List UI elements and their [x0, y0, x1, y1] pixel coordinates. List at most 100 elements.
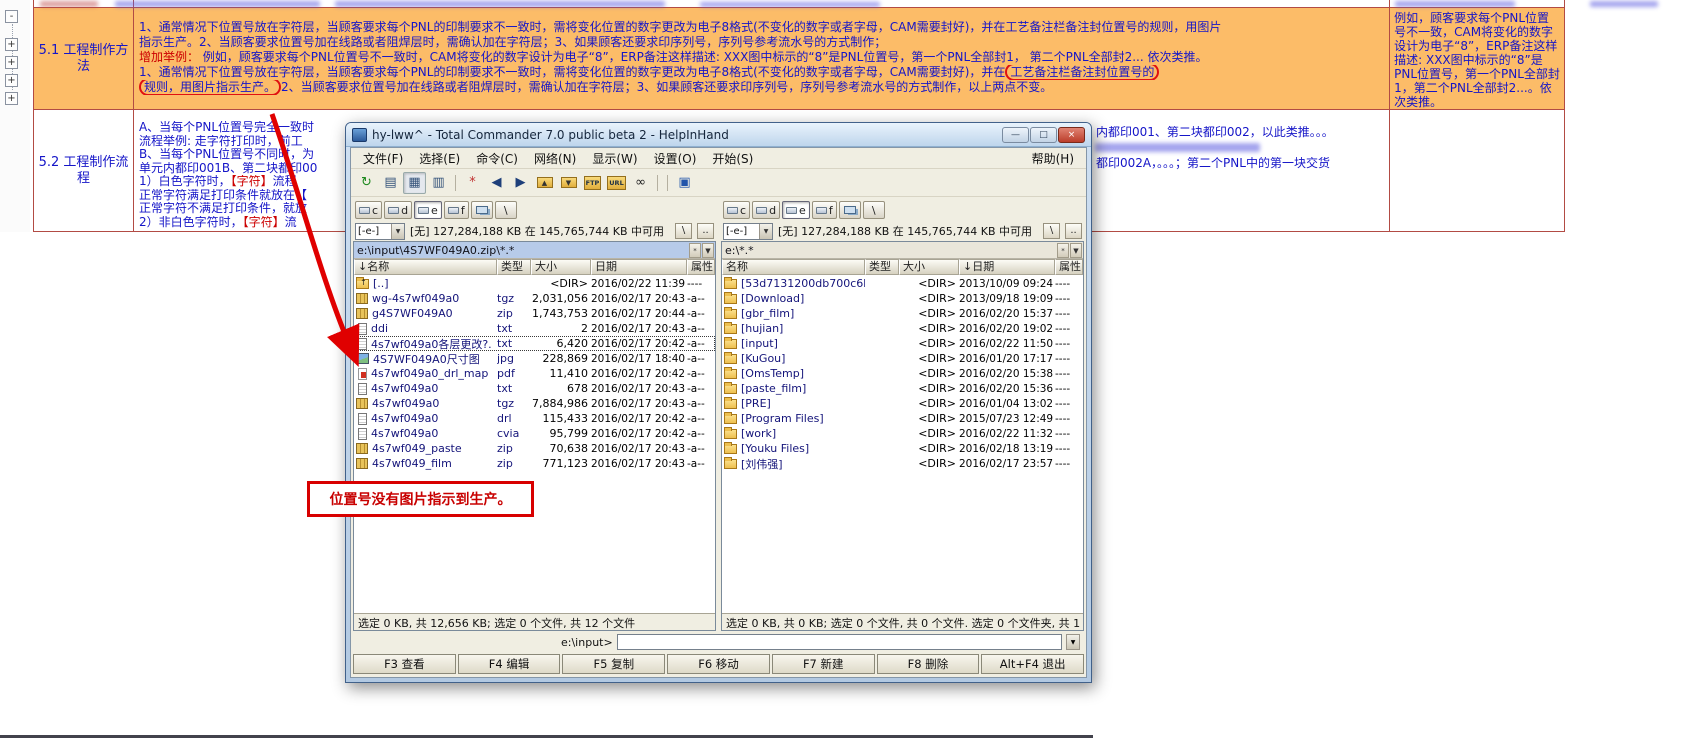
menu-item[interactable]: 显示(W) — [584, 148, 645, 169]
drive-button[interactable]: f — [443, 201, 469, 219]
column-header[interactable]: 类型 — [865, 259, 899, 275]
root-button[interactable]: \ — [1043, 223, 1060, 239]
separator[interactable] — [653, 172, 662, 194]
outline-collapse-button[interactable]: - — [5, 10, 18, 23]
up-button[interactable]: .. — [1065, 223, 1082, 239]
menu-help[interactable]: 帮助(H) — [1024, 148, 1082, 169]
drive-button[interactable]: d — [384, 201, 413, 219]
ftp-connect-icon[interactable]: FTP — [581, 172, 604, 194]
root-shortcut-button[interactable]: \ — [862, 201, 885, 219]
[KuGou][interactable]: [KuGou] <DIR> 2016/01/20 17:17 ---- — [722, 351, 1083, 366]
function-key-button[interactable]: F8 删除 — [876, 654, 980, 674]
menu-item[interactable]: 开始(S) — [704, 148, 761, 169]
[..][interactable]: [..] <DIR> 2016/02/22 11:39 ---- — [354, 276, 715, 291]
column-header[interactable]: 名称 — [722, 259, 865, 275]
[paste_film][interactable]: [paste_film] <DIR> 2016/02/20 15:36 ---- — [722, 381, 1083, 396]
menu-item[interactable]: 文件(F) — [355, 148, 411, 169]
outline-expand-button[interactable]: + — [5, 92, 18, 105]
outline-expand-button[interactable]: + — [5, 38, 18, 51]
menu-item[interactable]: 设置(O) — [646, 148, 705, 169]
[53d7131200db700c6ba5af...][interactable]: [53d7131200db700c6ba5af...] <DIR> 2013/1… — [722, 276, 1083, 291]
separator[interactable] — [451, 172, 460, 194]
drive-selector[interactable]: [-e-] ▼ — [723, 222, 773, 240]
ddi[interactable]: ddi txt 2 2016/02/17 20:43 -a-- — [354, 321, 715, 336]
search-icon[interactable]: ∞ — [629, 172, 652, 194]
menu-item[interactable]: 命令(C) — [468, 148, 526, 169]
drive-button[interactable]: e — [782, 201, 810, 219]
forward-icon[interactable]: ▶ — [509, 172, 532, 194]
4S7WF049A0尺寸图[interactable]: 4S7WF049A0尺寸图 jpg 228,869 2016/02/17 18:… — [354, 351, 715, 366]
[Download][interactable]: [Download] <DIR> 2013/09/18 19:09 ---- — [722, 291, 1083, 306]
4s7wf049a0各层更改?.[interactable]: 4s7wf049a0各层更改?. txt 6,420 2016/02/17 20… — [354, 336, 715, 351]
[PRE][interactable]: [PRE] <DIR> 2016/01/04 13:02 ---- — [722, 396, 1083, 411]
column-header[interactable]: 大小 — [531, 259, 591, 275]
path-bar[interactable]: e:\input\4S7WF049A0.zip\*.* * ▼ — [354, 242, 715, 259]
chevron-down-icon[interactable]: ▼ — [702, 242, 714, 258]
[gbr_film][interactable]: [gbr_film] <DIR> 2016/02/20 15:37 ---- — [722, 306, 1083, 321]
[hujian][interactable]: [hujian] <DIR> 2016/02/20 19:02 ---- — [722, 321, 1083, 336]
filter-icon[interactable]: * — [1057, 242, 1069, 258]
pack-icon[interactable]: ▲ — [533, 172, 556, 194]
column-header[interactable]: 属性 — [687, 259, 715, 275]
wg-4s7wf049a0[interactable]: wg-4s7wf049a0 tgz 2,031,056 2016/02/17 2… — [354, 291, 715, 306]
column-header[interactable]: ↓日期 — [959, 259, 1055, 275]
back-icon[interactable]: ◀ — [485, 172, 508, 194]
function-key-button[interactable]: F5 复制 — [562, 654, 666, 674]
[work][interactable]: [work] <DIR> 2016/02/22 11:32 ---- — [722, 426, 1083, 441]
4s7wf049a0[interactable]: 4s7wf049a0 drl 115,433 2016/02/17 20:42 … — [354, 411, 715, 426]
full-view-icon[interactable]: ▦ — [403, 171, 426, 194]
[Youku Files][interactable]: [Youku Files] <DIR> 2016/02/18 13:19 ---… — [722, 441, 1083, 456]
column-header[interactable]: 日期 — [591, 259, 687, 275]
sysinfo-icon[interactable]: ▣ — [673, 172, 696, 194]
brief-view-icon[interactable]: ▤ — [379, 172, 402, 194]
drive-button[interactable]: c — [355, 201, 383, 219]
function-key-button[interactable]: F6 移动 — [667, 654, 770, 674]
network-button[interactable] — [470, 201, 493, 219]
[刘伟强][interactable]: [刘伟强] <DIR> 2016/02/17 23:57 ---- — [722, 456, 1083, 471]
network-button[interactable] — [838, 201, 861, 219]
command-input[interactable] — [616, 634, 1062, 650]
ftp-url-icon[interactable]: URL — [605, 172, 628, 194]
g4S7WF049A0[interactable]: g4S7WF049A0 zip 1,743,753 2016/02/17 20:… — [354, 306, 715, 321]
function-key-button[interactable]: Alt+F4 退出 — [981, 654, 1085, 674]
path-bar[interactable]: e:\*.* * ▼ — [722, 242, 1083, 259]
column-header[interactable]: 类型 — [497, 259, 531, 275]
drive-button[interactable]: f — [811, 201, 837, 219]
drive-button[interactable]: d — [752, 201, 781, 219]
outline-expand-button[interactable]: + — [5, 74, 18, 87]
menu-item[interactable]: 网络(N) — [526, 148, 584, 169]
function-key-button[interactable]: F3 查看 — [353, 654, 456, 674]
4s7wf049_film[interactable]: 4s7wf049_film zip 771,123 2016/02/17 20:… — [354, 456, 715, 471]
drive-button[interactable]: c — [723, 201, 751, 219]
4s7wf049a0[interactable]: 4s7wf049a0 txt 678 2016/02/17 20:43 -a-- — [354, 381, 715, 396]
column-header[interactable]: 属性 — [1055, 259, 1083, 275]
chevron-down-icon[interactable]: ▼ — [1070, 242, 1082, 258]
4s7wf049a0[interactable]: 4s7wf049a0 cvia 95,799 2016/02/17 20:42 … — [354, 426, 715, 441]
minimize-button[interactable]: — — [1002, 126, 1029, 143]
4s7wf049_paste[interactable]: 4s7wf049_paste zip 70,638 2016/02/17 20:… — [354, 441, 715, 456]
chevron-down-icon[interactable]: ▼ — [1066, 634, 1080, 650]
4s7wf049a0_drl_map[interactable]: 4s7wf049a0_drl_map pdf 11,410 2016/02/17… — [354, 366, 715, 381]
4s7wf049a0[interactable]: 4s7wf049a0 tgz 7,884,986 2016/02/17 20:4… — [354, 396, 715, 411]
refresh-icon[interactable]: ↻ — [355, 172, 378, 194]
function-key-button[interactable]: F4 编辑 — [457, 654, 561, 674]
menu-item[interactable]: 选择(E) — [411, 148, 468, 169]
column-header[interactable]: ↓名称 — [354, 259, 497, 275]
function-key-button[interactable]: F7 新建 — [771, 654, 875, 674]
close-button[interactable]: × — [1058, 126, 1085, 143]
outline-expand-button[interactable]: + — [5, 56, 18, 69]
filter-icon[interactable]: * — [689, 242, 701, 258]
up-button[interactable]: .. — [697, 223, 714, 239]
[input][interactable]: [input] <DIR> 2016/02/22 11:50 ---- — [722, 336, 1083, 351]
title-bar[interactable]: hy-lww^ - Total Commander 7.0 public bet… — [346, 123, 1091, 147]
drive-selector[interactable]: [-e-] ▼ — [355, 222, 405, 240]
[Program Files][interactable]: [Program Files] <DIR> 2015/07/23 12:49 -… — [722, 411, 1083, 426]
drive-button[interactable]: e — [414, 201, 442, 219]
separator[interactable] — [663, 172, 672, 194]
column-header[interactable]: 大小 — [899, 259, 959, 275]
[OmsTemp][interactable]: [OmsTemp] <DIR> 2016/02/20 15:38 ---- — [722, 366, 1083, 381]
unpack-icon[interactable]: ▼ — [557, 172, 580, 194]
favorites-icon[interactable]: * — [461, 172, 484, 194]
root-shortcut-button[interactable]: \ — [494, 201, 517, 219]
root-button[interactable]: \ — [675, 223, 692, 239]
